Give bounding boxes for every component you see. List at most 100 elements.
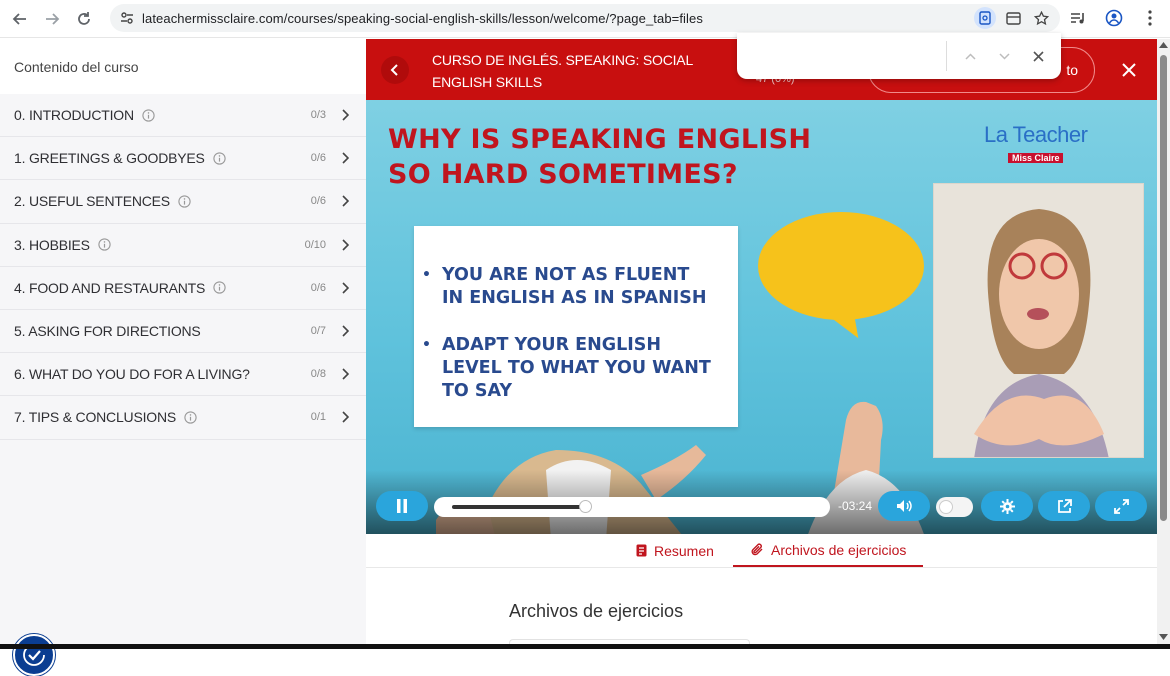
module-progress: 0/7: [310, 325, 326, 338]
chevron-right-icon[interactable]: [340, 411, 350, 423]
lesson-tabs: Resumen Archivos de ejercicios: [366, 534, 1157, 568]
url-text: lateachermissclaire.com/courses/speaking…: [142, 10, 703, 26]
forward-icon[interactable]: [36, 3, 68, 35]
module-progress: 0/6: [310, 195, 326, 208]
bottom-edge: [0, 644, 1170, 649]
card-icon[interactable]: [1002, 7, 1024, 29]
module-item[interactable]: 0. INTRODUCTION 0/3: [0, 94, 366, 138]
media-controls-icon[interactable]: [1066, 6, 1090, 30]
info-icon[interactable]: [178, 195, 191, 208]
chevron-right-icon[interactable]: [340, 109, 350, 121]
settings-button[interactable]: [981, 491, 1033, 521]
sidebar-header: Contenido del curso: [0, 39, 366, 94]
volume-icon: [897, 500, 912, 512]
module-item[interactable]: 6. WHAT DO YOU DO FOR A LIVING? 0/8: [0, 353, 366, 397]
info-icon[interactable]: [213, 152, 226, 165]
module-title: 3. HOBBIES: [14, 236, 90, 253]
more-menu-icon[interactable]: [1138, 6, 1162, 30]
module-title: 2. USEFUL SENTENCES: [14, 193, 170, 210]
slide-title: WHY IS SPEAKING ENGLISH SO HARD SOMETIME…: [388, 124, 812, 190]
scroll-up-icon[interactable]: [1159, 42, 1168, 48]
module-item[interactable]: 3. HOBBIES 0/10: [0, 224, 366, 267]
pause-button[interactable]: [376, 491, 428, 521]
slide-bullet: • ADAPT YOUR ENGLISH LEVEL TO WHAT YOU WA…: [422, 335, 711, 401]
slide-bullet: • YOU ARE NOT AS FLUENT IN ENGLISH AS IN …: [422, 265, 707, 308]
time-remaining: -03:24: [838, 499, 873, 513]
pause-icon: [397, 499, 407, 513]
info-icon[interactable]: [98, 238, 111, 251]
module-title: 4. FOOD AND RESTAURANTS: [14, 279, 206, 296]
seek-bar[interactable]: [434, 497, 830, 517]
tab-archivos[interactable]: Archivos de ejercicios: [733, 534, 923, 567]
module-progress: 0/3: [310, 109, 326, 122]
speech-bubble-illustration: [758, 212, 924, 320]
slide-bullets-card: • YOU ARE NOT AS FLUENT IN ENGLISH AS IN …: [414, 226, 738, 427]
seek-progress: [452, 505, 586, 509]
find-separator: [946, 41, 947, 71]
back-icon[interactable]: [4, 3, 36, 35]
tab-resumen[interactable]: Resumen: [636, 534, 714, 567]
address-bar[interactable]: lateachermissclaire.com/courses/speaking…: [110, 4, 1060, 32]
instructor-webcam: [933, 183, 1144, 458]
page-scrollbar[interactable]: [1157, 39, 1170, 644]
volume-button[interactable]: [878, 491, 930, 521]
find-in-page-bar: [737, 33, 1061, 79]
gear-icon: [999, 498, 1015, 514]
close-find-icon[interactable]: [1027, 45, 1049, 67]
find-previous-icon[interactable]: [959, 45, 981, 67]
document-icon: [636, 544, 647, 557]
find-input[interactable]: [749, 43, 944, 69]
accessibility-button[interactable]: [13, 634, 55, 676]
module-progress: 0/10: [304, 238, 326, 251]
module-progress: 0/6: [310, 281, 326, 294]
scroll-down-icon[interactable]: [1159, 634, 1168, 640]
chevron-right-icon[interactable]: [340, 195, 350, 208]
autoplay-toggle[interactable]: [936, 497, 973, 517]
course-sidebar: Contenido del curso 0. INTRODUCTION 0/3 1.…: [0, 39, 366, 676]
module-item[interactable]: 5. ASKING FOR DIRECTIONS 0/7: [0, 310, 366, 354]
fullscreen-button[interactable]: [1095, 491, 1147, 521]
chevron-right-icon[interactable]: [340, 282, 350, 294]
paperclip-icon: [751, 543, 764, 557]
info-icon[interactable]: [213, 281, 226, 294]
module-progress: 0/6: [310, 152, 326, 165]
module-item[interactable]: 4. FOOD AND RESTAURANTS 0/6: [0, 267, 366, 310]
files-section-title: Archivos de ejercicios: [509, 601, 684, 621]
module-title: 1. GREETINGS & GOODBYES: [14, 150, 205, 167]
info-icon[interactable]: [184, 411, 197, 424]
scroll-thumb[interactable]: [1160, 55, 1167, 521]
popout-button[interactable]: [1038, 491, 1090, 521]
module-title: 0. INTRODUCTION: [14, 107, 134, 124]
video-controls: -03:24: [366, 491, 1157, 525]
chevron-right-icon[interactable]: [340, 368, 350, 380]
module-item[interactable]: 2. USEFUL SENTENCES 0/6: [0, 180, 366, 224]
chevron-right-icon[interactable]: [340, 325, 350, 337]
find-next-icon[interactable]: [993, 45, 1015, 67]
module-title: 7. TIPS & CONCLUSIONS: [14, 409, 177, 426]
module-progress: 0/1: [310, 411, 326, 424]
video-player[interactable]: WHY IS SPEAKING ENGLISH SO HARD SOMETIME…: [366, 100, 1157, 534]
module-title: 5. ASKING FOR DIRECTIONS: [14, 323, 201, 340]
profile-icon[interactable]: [1102, 6, 1126, 30]
chevron-right-icon[interactable]: [340, 152, 350, 164]
reload-icon[interactable]: [68, 3, 100, 35]
search-page-icon[interactable]: [974, 7, 996, 29]
toggle-knob: [939, 500, 953, 514]
module-progress: 0/8: [310, 368, 326, 381]
fullscreen-icon: [1113, 498, 1129, 514]
seek-handle[interactable]: [579, 500, 593, 513]
module-item[interactable]: 1. GREETINGS & GOODBYES 0/6: [0, 137, 366, 181]
bookmark-star-icon[interactable]: [1030, 7, 1052, 29]
brand-logo: La Teacher Miss Claire: [984, 122, 1088, 163]
module-item[interactable]: 7. TIPS & CONCLUSIONS 0/1: [0, 396, 366, 440]
back-to-course-button[interactable]: [381, 56, 409, 84]
info-icon[interactable]: [142, 108, 155, 122]
lesson-area: CURSO DE INGLÉS. SPEAKING: SOCIAL ENGLIS…: [366, 39, 1157, 649]
close-icon[interactable]: [1114, 55, 1144, 85]
module-title: 6. WHAT DO YOU DO FOR A LIVING?: [14, 366, 250, 383]
course-title: CURSO DE INGLÉS. SPEAKING: SOCIAL ENGLIS…: [432, 52, 693, 90]
chevron-right-icon[interactable]: [340, 239, 350, 251]
site-settings-icon[interactable]: [112, 11, 142, 25]
module-list: 0. INTRODUCTION 0/3 1. GREETINGS & GOODBYE…: [0, 94, 366, 440]
external-link-icon: [1057, 498, 1072, 513]
